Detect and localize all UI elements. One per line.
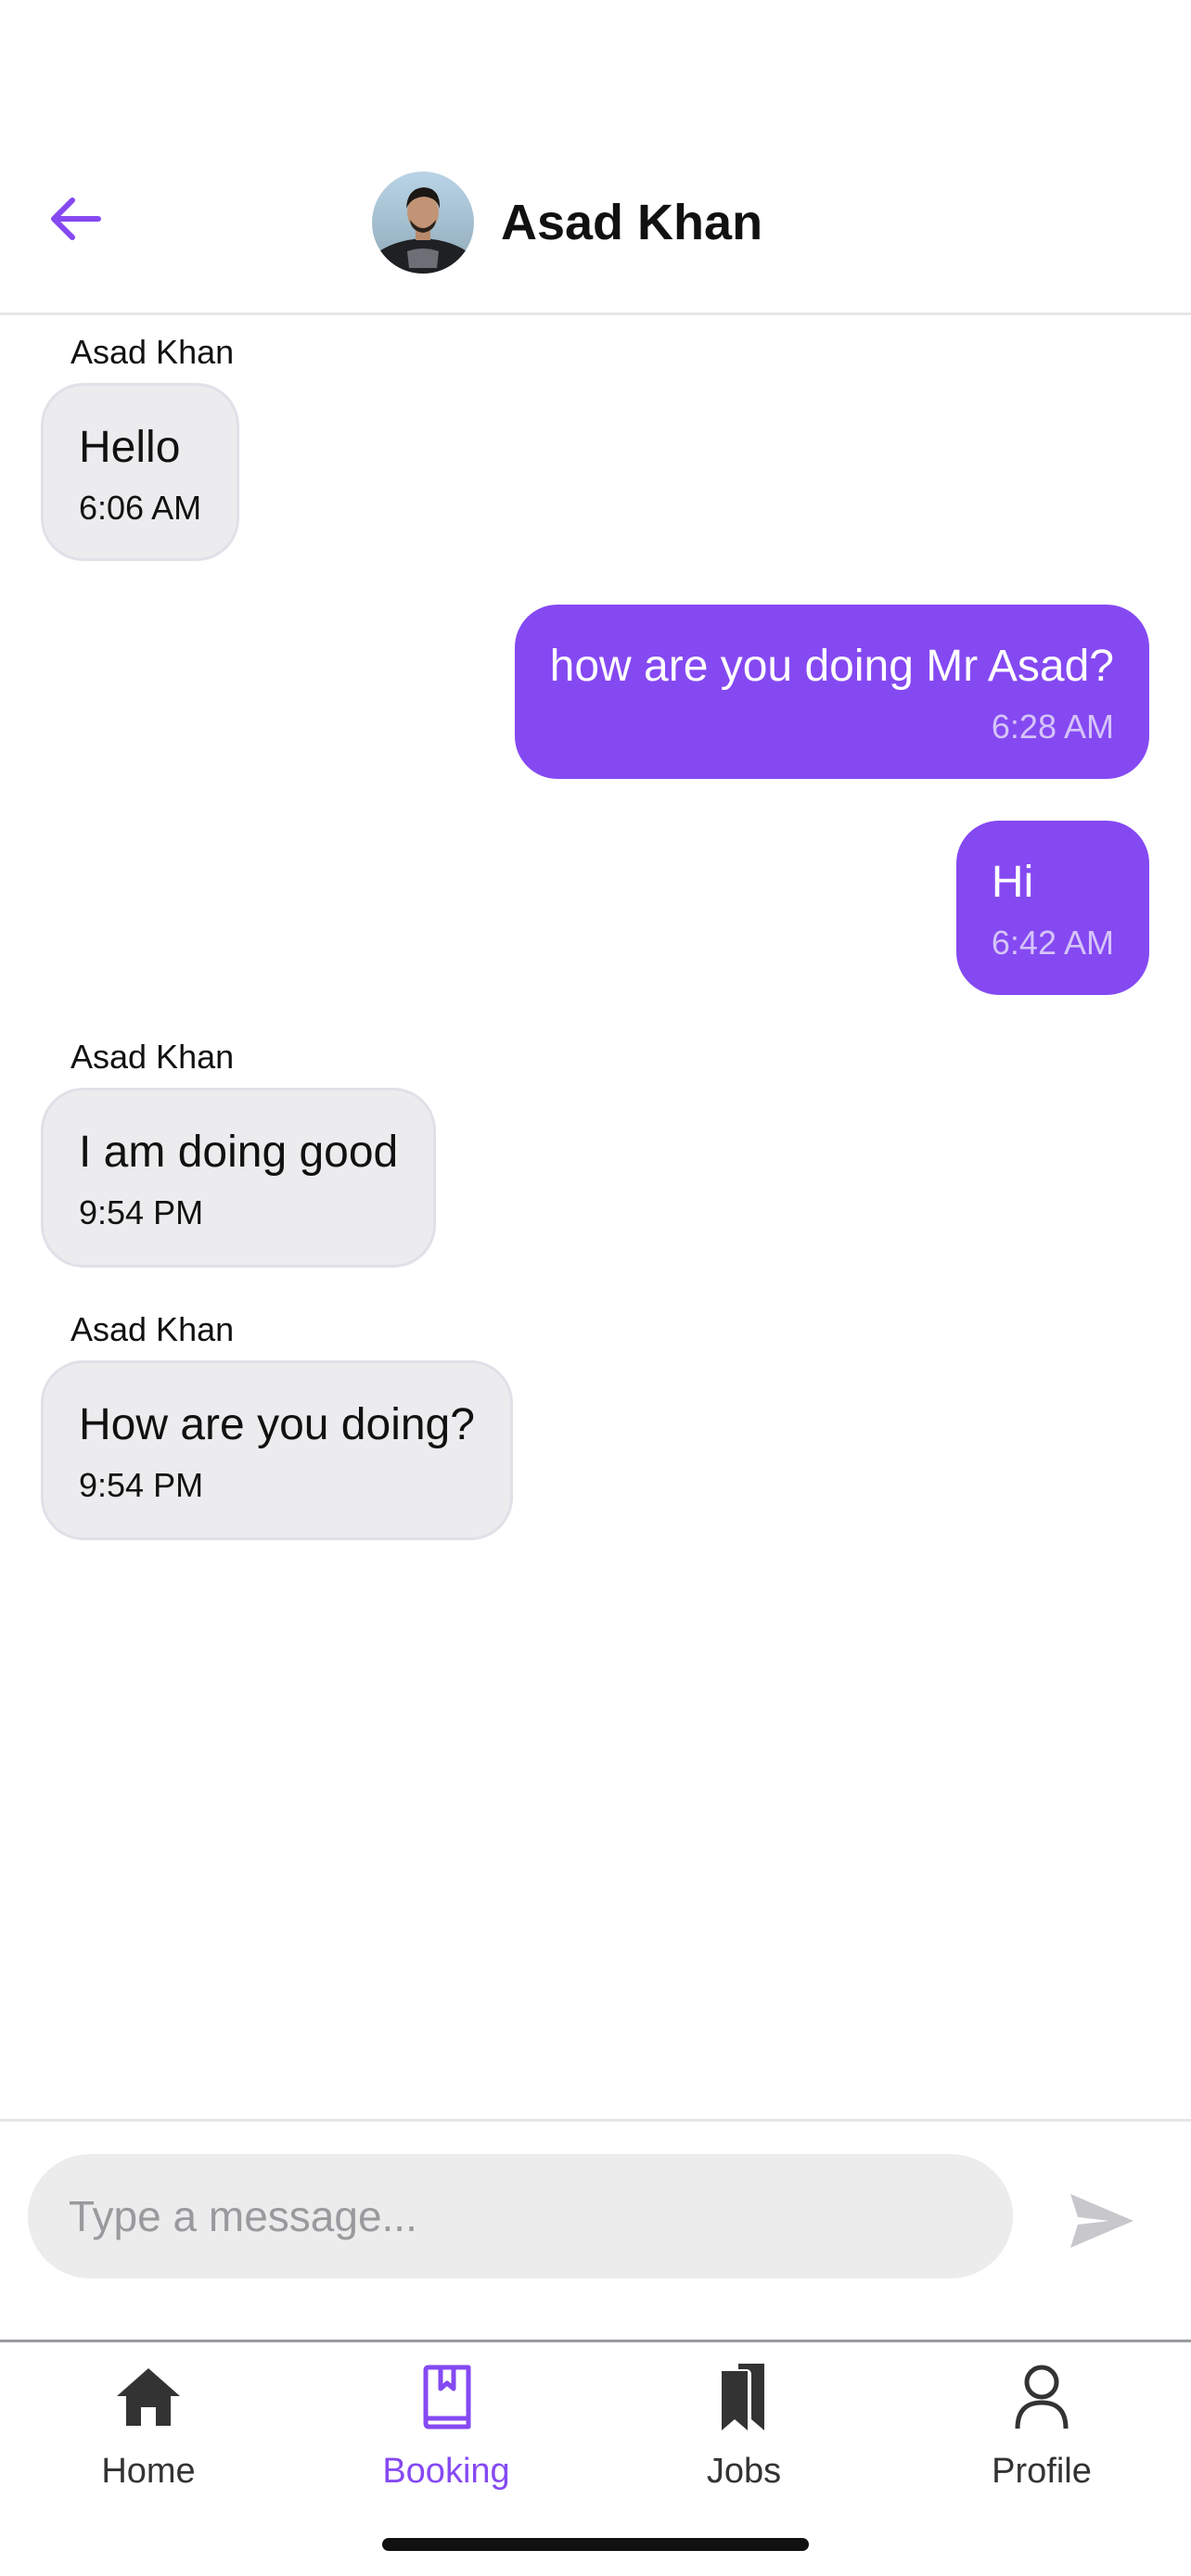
contact-name: Asad Khan xyxy=(501,195,763,250)
home-icon xyxy=(117,2368,180,2426)
back-button[interactable] xyxy=(41,185,108,252)
book-icon xyxy=(423,2365,471,2429)
incoming-message-bubble[interactable]: Hello 6:06 AM xyxy=(41,383,240,561)
message-text: Hello xyxy=(79,423,181,472)
sender-name: Asad Khan xyxy=(70,1310,235,1348)
sender-name: Asad Khan xyxy=(70,1038,235,1076)
message-text: how are you doing Mr Asad? xyxy=(549,642,1114,691)
tab-label: Profile xyxy=(992,2452,1092,2491)
contact-avatar-photo xyxy=(372,172,474,274)
chat-screen: Asad Khan Asad Khan Hello 6:06 AM how ar… xyxy=(0,0,1191,2576)
chat-header: Asad Khan xyxy=(0,0,1191,315)
tab-home[interactable]: Home xyxy=(37,2360,260,2508)
tab-profile[interactable]: Profile xyxy=(930,2360,1153,2508)
message-time: 9:54 PM xyxy=(79,1193,204,1231)
person-icon xyxy=(1015,2365,1069,2429)
home-indicator xyxy=(382,2538,809,2551)
sender-name: Asad Khan xyxy=(70,333,235,371)
send-icon xyxy=(1070,2194,1133,2248)
outgoing-message-bubble[interactable]: how are you doing Mr Asad? 6:28 AM xyxy=(514,605,1149,779)
avatar[interactable] xyxy=(372,172,474,274)
bookmarks-icon xyxy=(722,2364,764,2430)
message-list: Asad Khan Hello 6:06 AM how are you doin… xyxy=(0,318,1191,2119)
tab-booking[interactable]: Booking xyxy=(335,2360,557,2508)
message-text: I am doing good xyxy=(79,1128,399,1177)
arrow-left-icon xyxy=(51,198,101,240)
outgoing-message-bubble[interactable]: Hi 6:42 AM xyxy=(955,821,1149,995)
tab-jobs[interactable]: Jobs xyxy=(633,2360,855,2508)
message-time: 6:06 AM xyxy=(79,489,202,527)
tab-label: Booking xyxy=(382,2452,510,2491)
message-input[interactable] xyxy=(28,2154,1013,2278)
send-button[interactable] xyxy=(1057,2179,1146,2263)
incoming-message-bubble[interactable]: How are you doing? 9:54 PM xyxy=(41,1360,513,1540)
message-text: How are you doing? xyxy=(79,1400,475,1449)
tab-label: Jobs xyxy=(706,2452,782,2491)
tab-label: Home xyxy=(101,2452,196,2491)
message-composer xyxy=(0,2119,1191,2342)
message-time: 6:42 AM xyxy=(991,924,1114,962)
message-time: 9:54 PM xyxy=(79,1466,204,1504)
incoming-message-bubble[interactable]: I am doing good 9:54 PM xyxy=(41,1088,437,1268)
message-time: 6:28 AM xyxy=(991,708,1114,746)
message-text: Hi xyxy=(991,858,1034,907)
